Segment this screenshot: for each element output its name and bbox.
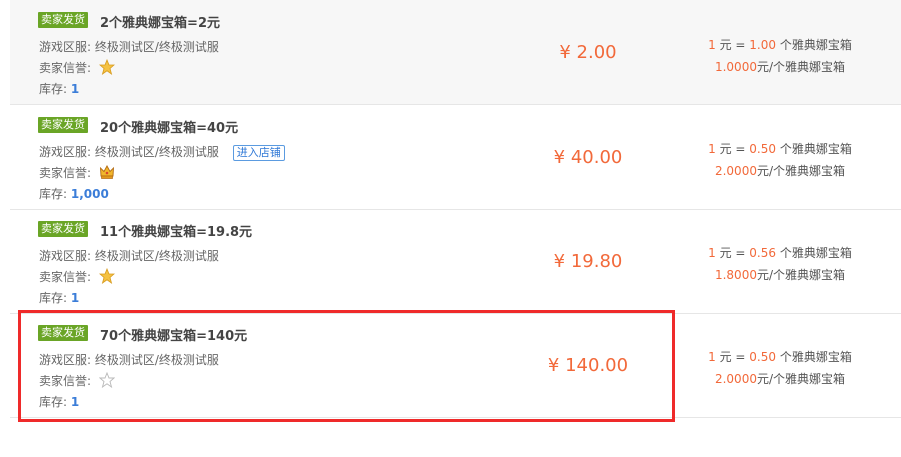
crown-icon: [99, 164, 115, 183]
stock-label: 库存:: [39, 187, 68, 201]
stock-value: 1: [70, 82, 80, 96]
server-value: 终极测试区/终极测试服: [94, 40, 219, 54]
price: ¥ 2.00: [559, 42, 617, 63]
reputation-line: 卖家信誉:: [39, 164, 115, 183]
stock-value: 1: [70, 291, 80, 305]
stock-line: 库存: 1: [39, 80, 79, 97]
unit-price: 2.0000元/个雅典娜宝箱: [714, 372, 846, 386]
seller-ship-badge: 卖家发货: [38, 221, 88, 237]
highlight-box: [18, 310, 675, 422]
server-label: 游戏区服:: [39, 40, 92, 54]
reputation-line: 卖家信誉:: [39, 58, 115, 78]
server-label: 游戏区服:: [39, 145, 92, 159]
server-line: 游戏区服: 终极测试区/终极测试服: [39, 38, 219, 55]
unit-price: 1.0000元/个雅典娜宝箱: [714, 60, 846, 74]
gold-star-icon: [98, 58, 115, 78]
stock-line: 库存: 1: [39, 289, 79, 306]
reputation-label: 卖家信誉:: [39, 166, 92, 180]
gold-star-icon: [98, 267, 115, 287]
price: ¥ 19.80: [553, 251, 623, 272]
enter-shop-button[interactable]: 进入店铺: [232, 145, 285, 161]
rate-per-yuan: 1 元 = 1.00 个雅典娜宝箱: [708, 38, 852, 52]
server-line: 游戏区服: 终极测试区/终极测试服 进入店铺: [39, 143, 285, 161]
seller-ship-badge: 卖家发货: [38, 12, 88, 28]
listing-row[interactable]: 卖家发货 2个雅典娜宝箱=2元 游戏区服: 终极测试区/终极测试服 卖家信誉: …: [10, 0, 901, 105]
server-value: 终极测试区/终极测试服: [94, 145, 219, 159]
server-value: 终极测试区/终极测试服: [94, 249, 219, 263]
server-label: 游戏区服:: [39, 249, 92, 263]
unit-price: 2.0000元/个雅典娜宝箱: [714, 164, 846, 178]
reputation-label: 卖家信誉:: [39, 270, 92, 284]
unit-price: 1.8000元/个雅典娜宝箱: [714, 268, 846, 282]
listing-row[interactable]: 卖家发货 11个雅典娜宝箱=19.8元 游戏区服: 终极测试区/终极测试服 卖家…: [10, 209, 901, 314]
listing-title[interactable]: 20个雅典娜宝箱=40元: [100, 117, 238, 136]
stock-line: 库存: 1,000: [39, 185, 109, 202]
server-line: 游戏区服: 终极测试区/终极测试服: [39, 247, 219, 264]
stock-value: 1,000: [70, 187, 109, 201]
listing-title[interactable]: 11个雅典娜宝箱=19.8元: [100, 221, 252, 240]
listing-row[interactable]: 卖家发货 20个雅典娜宝箱=40元 游戏区服: 终极测试区/终极测试服 进入店铺…: [10, 105, 901, 210]
reputation-label: 卖家信誉:: [39, 61, 92, 75]
rate-per-yuan: 1 元 = 0.50 个雅典娜宝箱: [708, 350, 852, 364]
stock-label: 库存:: [39, 82, 68, 96]
seller-ship-badge: 卖家发货: [38, 117, 88, 133]
stock-label: 库存:: [39, 291, 68, 305]
rate-per-yuan: 1 元 = 0.56 个雅典娜宝箱: [708, 246, 852, 260]
price: ¥ 40.00: [553, 147, 623, 168]
rate-per-yuan: 1 元 = 0.50 个雅典娜宝箱: [708, 142, 852, 156]
listing-title[interactable]: 2个雅典娜宝箱=2元: [100, 12, 220, 31]
reputation-line: 卖家信誉:: [39, 267, 115, 287]
